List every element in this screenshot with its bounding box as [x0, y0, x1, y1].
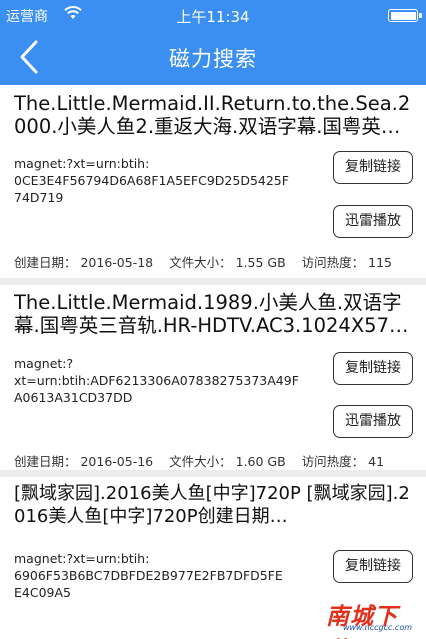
status-bar: 运营商 上午11:34 — [0, 0, 426, 30]
battery-icon — [388, 9, 422, 22]
result-title: The.Little.Mermaid.1989.小美人鱼.双语字幕.国粤英三音轨… — [14, 291, 409, 337]
result-title: The.Little.Mermaid.II.Return.to.the.Sea.… — [14, 92, 411, 138]
nav-bar: 磁力搜索 — [0, 30, 426, 85]
copy-link-button[interactable]: 复制链接 — [333, 550, 413, 583]
file-size: 文件大小： 1.60 GB — [169, 454, 286, 469]
copy-link-button[interactable]: 复制链接 — [333, 352, 413, 385]
file-size: 文件大小： 1.55 GB — [169, 255, 286, 270]
clock: 上午11:34 — [176, 8, 250, 26]
copy-link-button[interactable]: 复制链接 — [333, 151, 413, 184]
result-meta: 创建日期： 2016-05-18 文件大小： 1.55 GB 访问热度： 115 — [14, 252, 404, 271]
result-title: [飘域家园].2016美人鱼[中字]720P [飘域家园].2016美人鱼[中字… — [14, 483, 410, 527]
watermark-logo: 南城下载 www.nccgcc.com — [326, 597, 416, 639]
magnet-link: magnet:?xt=urn:btih: 0CE3E4F56794D6A68F1… — [14, 156, 289, 205]
watermark-url: www.nccgcc.com — [342, 623, 412, 632]
watermark-text: 南城下载 — [326, 604, 398, 639]
visit-heat: 访问热度： 115 — [301, 255, 392, 270]
thunder-play-button[interactable]: 迅雷播放 — [333, 205, 413, 238]
created-date: 创建日期： 2016-05-16 — [14, 454, 154, 469]
result-meta: 创建日期： 2016-05-16 文件大小： 1.60 GB 访问热度： 41 — [14, 451, 396, 470]
list-item: The.Little.Mermaid.1989.小美人鱼.双语字幕.国粤英三音轨… — [0, 285, 426, 470]
created-date: 创建日期： 2016-05-18 — [14, 255, 154, 270]
visit-heat: 访问热度： 41 — [301, 454, 385, 469]
list-item: The.Little.Mermaid.II.Return.to.the.Sea.… — [0, 85, 426, 278]
page-title: 磁力搜索 — [169, 47, 257, 71]
thunder-play-button[interactable]: 迅雷播放 — [333, 405, 413, 438]
magnet-link: magnet:? xt=urn:btih:ADF6213306A07838275… — [14, 356, 299, 405]
magnet-link: magnet:?xt=urn:btih: 6906F53B6BC7DBFDE2B… — [14, 551, 283, 600]
